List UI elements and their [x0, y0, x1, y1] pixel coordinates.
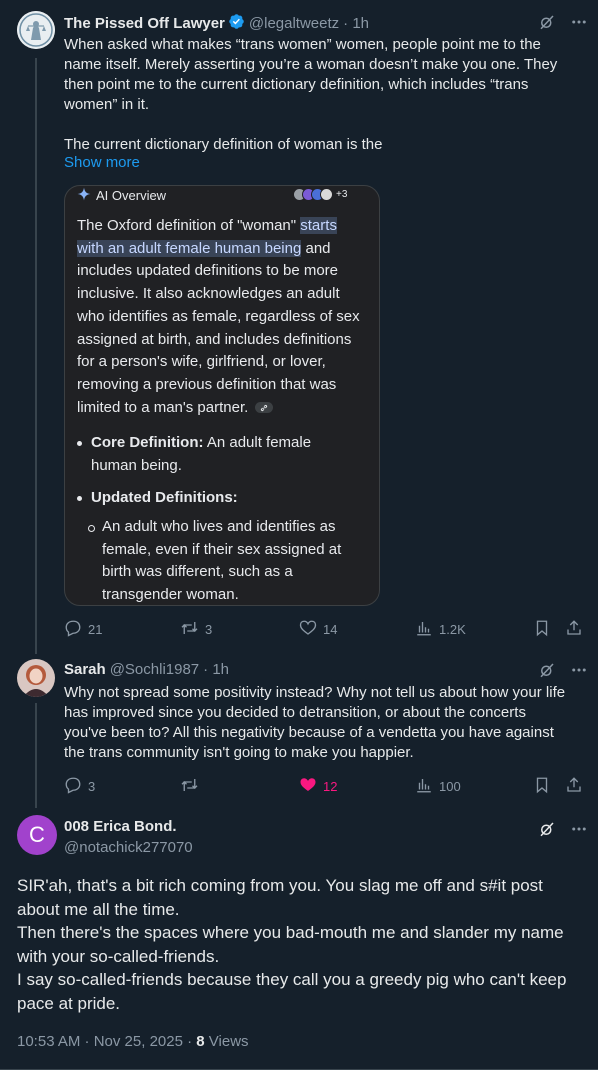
- tweet-text-line: SIR'ah, that's a bit rich coming from yo…: [17, 876, 543, 895]
- timestamp-text: 10:53 AM · Nov 25, 2025 ·: [17, 1033, 197, 1050]
- author-name[interactable]: Sarah: [64, 661, 106, 678]
- main-tweet-text: SIR'ah, that's a bit rich coming from yo…: [17, 874, 587, 1015]
- show-more-link[interactable]: Show more: [64, 154, 140, 171]
- paragraph-text: The Oxford definition of "woman": [77, 217, 301, 234]
- reply-button[interactable]: 3: [64, 776, 95, 797]
- like-icon: [299, 776, 317, 797]
- avatar-letter: C: [29, 822, 45, 847]
- link-icon: [255, 402, 274, 414]
- views-label: Views: [204, 1033, 249, 1050]
- views-button[interactable]: 100: [415, 776, 461, 797]
- tweet-text-line: When asked what makes “trans women” wome…: [64, 36, 541, 53]
- tweet-text-line: name itself. Merely asserting you’re a w…: [64, 56, 558, 73]
- ai-overview-paragraph: The Oxford definition of "woman" starts …: [77, 215, 367, 419]
- share-icon[interactable]: [565, 776, 583, 799]
- reply-count: 21: [88, 622, 103, 637]
- repost-button[interactable]: 3: [180, 619, 212, 640]
- author-handle[interactable]: @Sochli1987: [110, 661, 199, 678]
- tweet-text-line: the trans community isn't going to make …: [64, 744, 414, 761]
- tweet-text-line: Why not spread some positivity instead? …: [64, 684, 566, 701]
- reply-count: 3: [88, 779, 96, 794]
- more-icon[interactable]: [570, 13, 588, 36]
- post-timestamp[interactable]: 10:53 AM · Nov 25, 2025 · 8 Views: [17, 1033, 249, 1050]
- bullet-core-definition: Core Definition: An adult female human b…: [91, 432, 341, 477]
- tweet-text-line: [64, 115, 594, 135]
- repost-icon: [180, 619, 199, 640]
- reply-icon: [64, 619, 82, 640]
- bullet-dot: [77, 496, 82, 501]
- ai-overview-title: AI Overview: [96, 188, 167, 203]
- avatar[interactable]: C: [17, 815, 57, 855]
- tweet-text: Why not spread some positivity instead? …: [64, 683, 594, 763]
- share-icon[interactable]: [565, 619, 583, 642]
- views-icon: [415, 619, 433, 640]
- post-time[interactable]: · 1h: [203, 661, 229, 678]
- tweet-text-line: I say so-called-friends because they cal…: [17, 970, 567, 989]
- tweet-text-line: you've been to? All this negativity beca…: [64, 724, 554, 741]
- author-name[interactable]: The Pissed Off Lawyer: [64, 15, 225, 32]
- grok-icon[interactable]: [538, 820, 556, 843]
- sparkle-icon: [77, 187, 91, 204]
- tweet-text: When asked what makes “trans women” wome…: [64, 35, 594, 155]
- repost-count: 3: [205, 622, 213, 637]
- author-name[interactable]: 008 Erica Bond.: [64, 818, 177, 835]
- like-button[interactable]: 12: [299, 776, 337, 797]
- author-handle[interactable]: @notachick277070: [64, 839, 193, 856]
- grok-icon[interactable]: [538, 661, 556, 684]
- more-icon[interactable]: [570, 661, 588, 684]
- grok-icon[interactable]: [538, 13, 556, 36]
- bullet-updated-definitions: Updated Definitions:: [91, 487, 351, 510]
- views-count: 8: [196, 1033, 205, 1050]
- sub-bullet-text: An adult who lives and identifies as fem…: [102, 518, 342, 604]
- more-icon[interactable]: [570, 820, 588, 843]
- avatar[interactable]: [17, 11, 55, 49]
- repost-icon: [180, 776, 199, 797]
- sub-bullet-ring: [88, 525, 95, 532]
- tweet-text-line: has improved since you decided to detran…: [64, 704, 526, 721]
- like-icon: [299, 619, 317, 640]
- bullet-label: Updated Definitions:: [91, 489, 238, 506]
- like-count: 12: [323, 779, 338, 794]
- bookmark-icon[interactable]: [533, 776, 551, 799]
- tweet-text-line: then point me to the current dictionary …: [64, 76, 529, 93]
- like-button[interactable]: 14: [299, 619, 337, 640]
- reply-button[interactable]: 21: [64, 619, 102, 640]
- source-avatars: +3: [293, 188, 347, 201]
- repost-button[interactable]: [180, 776, 205, 797]
- paragraph-text: and includes updated definitions to be m…: [77, 239, 360, 416]
- thread-line: [35, 58, 37, 654]
- verified-badge-icon: [228, 13, 245, 34]
- views-icon: [415, 776, 433, 797]
- reply-icon: [64, 776, 82, 797]
- bookmark-icon[interactable]: [533, 619, 551, 642]
- views-button[interactable]: 1.2K: [415, 619, 466, 640]
- tweet-text-line: The current dictionary definition of wom…: [64, 136, 383, 153]
- author-handle[interactable]: @legaltweetz: [249, 15, 339, 32]
- views-count: 100: [439, 779, 461, 794]
- ai-overview-card[interactable]: AI Overview +3 The Oxford definition of …: [64, 185, 380, 606]
- avatar[interactable]: [17, 659, 55, 697]
- bullet-label: Core Definition:: [91, 434, 204, 451]
- tweet-text-line: women” in it.: [64, 96, 150, 113]
- views-count: 1.2K: [439, 622, 466, 637]
- thread-line: [35, 703, 37, 808]
- source-count: +3: [336, 189, 348, 200]
- tweet-text-line: with your so-called-friends.: [17, 946, 220, 966]
- like-count: 14: [323, 622, 338, 637]
- bullet-dot: [77, 441, 82, 446]
- tweet-text-line: about me all the time.: [17, 899, 180, 919]
- tweet-text-line: Then there's the spaces where you bad-mo…: [17, 923, 564, 942]
- post-time[interactable]: · 1h: [343, 15, 369, 32]
- tweet-text-line: pace at pride.: [17, 993, 121, 1013]
